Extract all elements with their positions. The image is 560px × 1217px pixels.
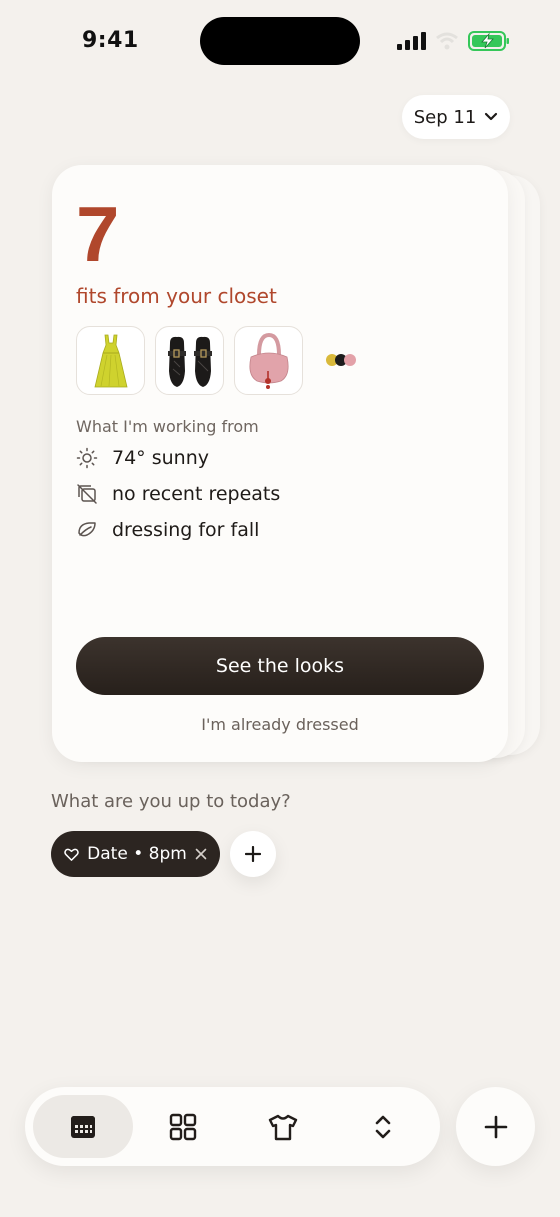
color-swatches: [326, 353, 360, 368]
plan-chip[interactable]: Date • 8pm: [51, 831, 220, 877]
outfit-count: 7: [76, 190, 120, 278]
sun-icon: [76, 447, 98, 469]
status-bar: 9:41: [0, 0, 560, 84]
date-selector[interactable]: Sep 11: [402, 95, 510, 139]
working-from-label: What I'm working from: [76, 417, 259, 436]
wifi-icon: [436, 32, 458, 50]
closet-item-thumbnail[interactable]: [155, 326, 224, 395]
add-plan-button[interactable]: [230, 831, 276, 877]
dynamic-island: [200, 17, 360, 65]
plan-chip-label: Date • 8pm: [87, 844, 187, 864]
chevron-down-icon: [485, 112, 498, 121]
tab-calendar[interactable]: [33, 1095, 133, 1158]
chevrons-updown-icon: [375, 1115, 391, 1138]
tab-sort[interactable]: [333, 1095, 433, 1158]
battery-charging-icon: [468, 31, 509, 51]
reason-text: 74° sunny: [112, 447, 209, 469]
calendar-icon: [71, 1115, 95, 1138]
grid-icon: [169, 1113, 197, 1140]
swatch-pink: [344, 353, 356, 366]
pink-handbag-icon: [248, 332, 289, 389]
heart-icon: [64, 848, 79, 861]
cellular-signal-icon: [397, 32, 426, 50]
reason-text: dressing for fall: [112, 519, 260, 541]
remove-plan-icon[interactable]: [195, 848, 207, 860]
reason-weather: 74° sunny: [76, 447, 209, 469]
no-repeat-icon: [77, 484, 97, 504]
tab-closet-grid[interactable]: [133, 1095, 233, 1158]
closet-thumbnails: [76, 326, 360, 395]
see-looks-button[interactable]: See the looks: [76, 637, 484, 695]
reason-text: no recent repeats: [112, 483, 281, 505]
plus-icon: [245, 846, 261, 862]
date-label: Sep 11: [413, 106, 477, 128]
plans-question: What are you up to today?: [51, 791, 291, 812]
leaf-icon: [78, 522, 96, 537]
plus-icon: [484, 1115, 507, 1138]
already-dressed-link[interactable]: I'm already dressed: [52, 715, 508, 734]
black-mary-jane-shoes-icon: [167, 336, 212, 387]
closet-item-thumbnail[interactable]: [234, 326, 303, 395]
status-time: 9:41: [82, 28, 139, 53]
add-item-button[interactable]: [456, 1087, 535, 1166]
tab-wardrobe[interactable]: [233, 1095, 333, 1158]
yellow-dress-icon: [93, 334, 128, 387]
card-subtitle: fits from your closet: [76, 284, 277, 308]
outfit-suggestion-card[interactable]: 7 fits from your closet What I'm working…: [52, 165, 508, 762]
reason-repeats: no recent repeats: [76, 483, 280, 505]
bottom-tab-bar: [25, 1087, 440, 1166]
reason-season: dressing for fall: [76, 519, 259, 541]
tshirt-icon: [268, 1114, 298, 1140]
closet-item-thumbnail[interactable]: [76, 326, 145, 395]
